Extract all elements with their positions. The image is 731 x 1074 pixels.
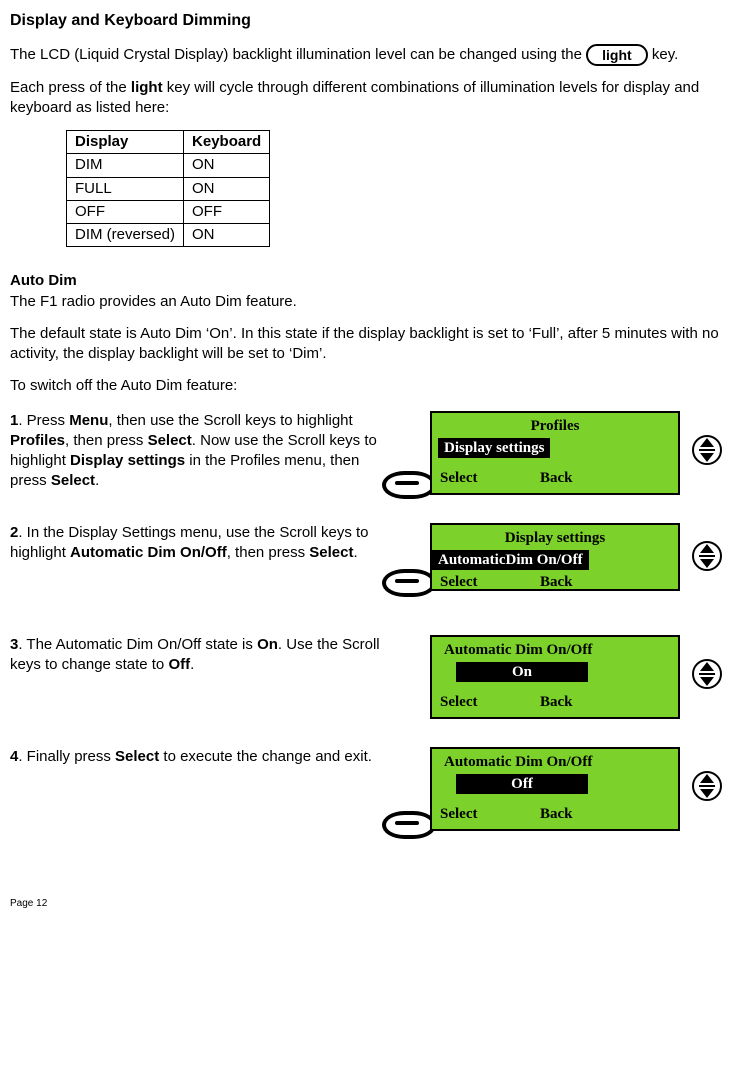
dim-cell: OFF bbox=[184, 200, 270, 223]
t: Automatic Dim On/Off bbox=[70, 544, 227, 561]
step-4: 4. Finally press Select to execute the c… bbox=[10, 747, 721, 837]
intro-para-2: Each press of the light key will cycle t… bbox=[10, 78, 721, 119]
lcd-soft-right: Back bbox=[540, 804, 573, 824]
t: . bbox=[353, 544, 357, 561]
t: Off bbox=[168, 656, 190, 673]
lcd-title: Automatic Dim On/Off bbox=[444, 752, 672, 772]
lcd-highlight: On bbox=[456, 662, 588, 682]
lcd-soft-left: Select bbox=[440, 692, 540, 712]
lcd-soft-left: Select bbox=[440, 804, 540, 824]
lcd-highlight: Off bbox=[456, 774, 588, 794]
dim-table: Display Keyboard DIMON FULLON OFFOFF DIM… bbox=[66, 130, 270, 247]
dim-cell: DIM (reversed) bbox=[67, 224, 184, 247]
lcd-screen-4: Automatic Dim On/Off Off SelectBack bbox=[430, 747, 680, 831]
lcd-title: Automatic Dim On/Off bbox=[444, 640, 672, 660]
scroll-icon bbox=[692, 435, 722, 465]
step-1-text: 1. Press Menu, then use the Scroll keys … bbox=[10, 411, 396, 492]
lcd-screen-3: Automatic Dim On/Off On SelectBack bbox=[430, 635, 680, 719]
lcd-soft-left: Select bbox=[440, 468, 540, 488]
scroll-icon bbox=[692, 541, 722, 571]
dim-table-h1: Display bbox=[67, 131, 184, 154]
lcd-title: Display settings bbox=[438, 528, 672, 548]
t: . Press bbox=[18, 412, 69, 429]
t: On bbox=[257, 636, 278, 653]
lcd-screen-1: Profiles Display settings SelectBack bbox=[430, 411, 680, 495]
t: Menu bbox=[69, 412, 108, 429]
t: , then press bbox=[227, 544, 310, 561]
lcd-highlight: AutomaticDim On/Off bbox=[432, 550, 589, 570]
t: Display settings bbox=[70, 452, 185, 469]
section-title: Display and Keyboard Dimming bbox=[10, 10, 721, 32]
lcd-soft-right: Back bbox=[540, 572, 573, 590]
step-1: 1. Press Menu, then use the Scroll keys … bbox=[10, 411, 721, 501]
t: . bbox=[190, 656, 194, 673]
t: . Finally press bbox=[18, 748, 115, 765]
step-2: 2. In the Display Settings menu, use the… bbox=[10, 523, 721, 613]
dim-cell: OFF bbox=[67, 200, 184, 223]
t: Select bbox=[115, 748, 159, 765]
t: Select bbox=[51, 472, 95, 489]
lcd-soft-right: Back bbox=[540, 692, 573, 712]
light-key-chip: light bbox=[586, 44, 648, 66]
dim-cell: DIM bbox=[67, 154, 184, 177]
lcd-screen-2: Display settings AutomaticDim On/Off Sel… bbox=[430, 523, 680, 591]
autodim-p1: The F1 radio provides an Auto Dim featur… bbox=[10, 292, 721, 312]
t: , then use the Scroll keys to highlight bbox=[108, 412, 352, 429]
select-key-icon bbox=[382, 811, 436, 839]
intro2-key: light bbox=[131, 79, 163, 96]
step-3: 3. The Automatic Dim On/Off state is On.… bbox=[10, 635, 721, 725]
t: Profiles bbox=[10, 432, 65, 449]
dim-cell: ON bbox=[184, 154, 270, 177]
dim-cell: ON bbox=[184, 224, 270, 247]
scroll-icon bbox=[692, 771, 722, 801]
page-number: Page 12 bbox=[10, 897, 721, 911]
lcd-highlight: Display settings bbox=[438, 438, 550, 458]
lcd-soft-left: Select bbox=[440, 572, 540, 590]
scroll-icon bbox=[692, 659, 722, 689]
t: Select bbox=[309, 544, 353, 561]
step-4-text: 4. Finally press Select to execute the c… bbox=[10, 747, 396, 767]
dim-table-h2: Keyboard bbox=[184, 131, 270, 154]
t: . bbox=[95, 472, 99, 489]
step-3-text: 3. The Automatic Dim On/Off state is On.… bbox=[10, 635, 396, 676]
lcd-soft-right: Back bbox=[540, 468, 573, 488]
dim-cell: FULL bbox=[67, 177, 184, 200]
select-key-icon bbox=[382, 471, 436, 499]
select-key-icon bbox=[382, 569, 436, 597]
t: . The Automatic Dim On/Off state is bbox=[18, 636, 257, 653]
dim-cell: ON bbox=[184, 177, 270, 200]
t: , then press bbox=[65, 432, 148, 449]
autodim-heading: Auto Dim bbox=[10, 271, 721, 291]
intro-para-1: The LCD (Liquid Crystal Display) backlig… bbox=[10, 44, 721, 66]
intro-text-a: The LCD (Liquid Crystal Display) backlig… bbox=[10, 46, 586, 63]
intro2-a: Each press of the bbox=[10, 79, 131, 96]
lcd-title: Profiles bbox=[438, 416, 672, 436]
t: to execute the change and exit. bbox=[159, 748, 372, 765]
t: Select bbox=[148, 432, 192, 449]
intro-text-b: key. bbox=[652, 46, 678, 63]
step-2-text: 2. In the Display Settings menu, use the… bbox=[10, 523, 396, 564]
autodim-p2: The default state is Auto Dim ‘On’. In t… bbox=[10, 324, 721, 365]
autodim-p3: To switch off the Auto Dim feature: bbox=[10, 376, 721, 396]
